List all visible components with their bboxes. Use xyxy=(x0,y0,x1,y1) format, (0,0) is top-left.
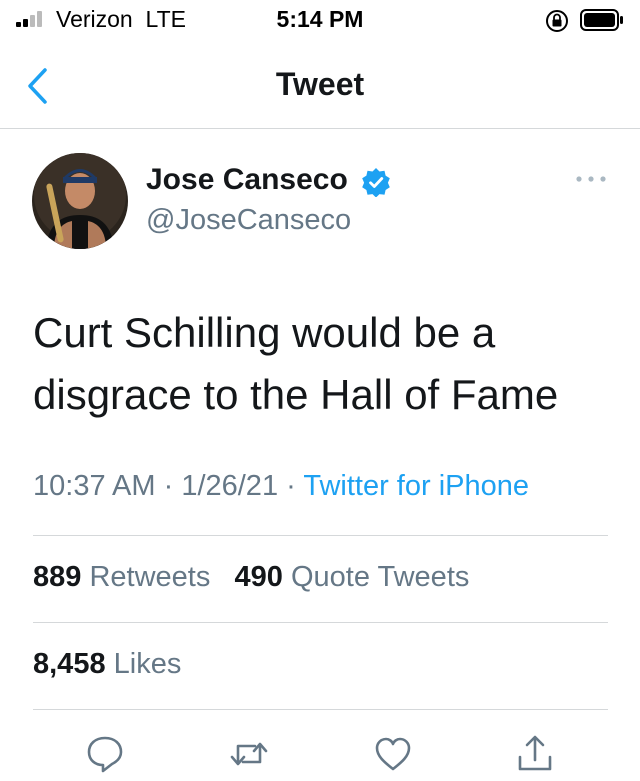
retweet-icon[interactable] xyxy=(228,733,270,775)
tweet-date: 1/26/21 xyxy=(181,470,279,502)
page-title: Tweet xyxy=(275,66,365,102)
likes-count: 8,458 xyxy=(33,648,106,680)
retweet-stats-row: 889 Retweets 490 Quote Tweets xyxy=(33,561,469,594)
tweet-meta: 10:37 AM · 1/26/21 · Twitter for iPhone xyxy=(33,470,529,503)
retweets-stat[interactable]: 889 Retweets xyxy=(33,561,210,593)
quote-tweets-count: 490 xyxy=(234,561,283,593)
status-bar: Verizon LTE 5:14 PM xyxy=(0,0,640,44)
avatar-photo xyxy=(32,153,128,249)
tweet-text-line: Curt Schilling would be a xyxy=(33,309,496,356)
likes-label: Likes xyxy=(113,648,182,680)
more-icon[interactable] xyxy=(574,172,608,186)
reply-icon[interactable] xyxy=(84,733,126,775)
tweet-text-line: disgrace to the Hall of Fame xyxy=(33,371,559,418)
lock-rotation-icon xyxy=(546,10,568,32)
meta-separator: · xyxy=(286,470,304,502)
tweet-source-link[interactable]: Twitter for iPhone xyxy=(303,470,529,502)
like-icon[interactable] xyxy=(372,733,414,775)
divider xyxy=(33,709,608,710)
likes-stats-row[interactable]: 8,458 Likes xyxy=(33,648,181,681)
display-name[interactable]: Jose Canseco xyxy=(146,163,348,197)
user-handle[interactable]: @JoseCanseco xyxy=(146,204,351,237)
tweet-text: Curt Schilling would be a disgrace to th… xyxy=(33,302,613,426)
meta-separator: · xyxy=(163,470,182,502)
nav-bar: Tweet xyxy=(0,44,640,129)
battery-icon xyxy=(580,9,623,31)
divider xyxy=(33,622,608,623)
tweet-time: 10:37 AM xyxy=(33,470,156,502)
quote-tweets-label: Quote Tweets xyxy=(290,561,470,593)
verified-badge-icon xyxy=(362,168,390,197)
share-icon[interactable] xyxy=(514,733,556,775)
retweets-label: Retweets xyxy=(89,561,211,593)
quote-tweets-stat[interactable]: 490 Quote Tweets xyxy=(235,561,470,593)
avatar[interactable] xyxy=(32,153,128,249)
retweets-count: 889 xyxy=(33,561,82,593)
divider xyxy=(33,535,608,536)
